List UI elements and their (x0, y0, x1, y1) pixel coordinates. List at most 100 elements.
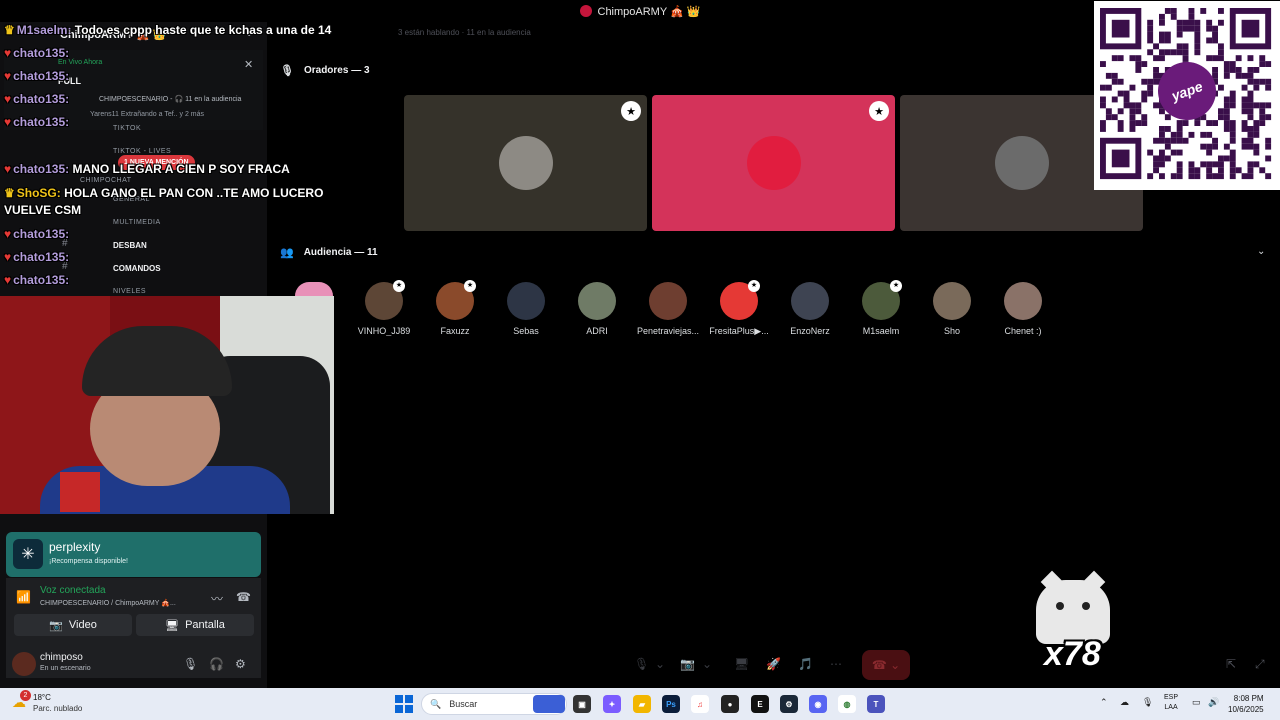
avatar (747, 136, 801, 190)
perplexity-reward-card[interactable]: ✳ perplexity ¡Recompensa disponible! (6, 532, 261, 577)
volume-icon[interactable]: 🔊 (1208, 697, 1219, 708)
screen-share-icon[interactable]: 🖥 (734, 657, 749, 671)
strawberry-icon: ♥ (4, 46, 12, 60)
audience-member[interactable]: Penetraviejas... (636, 282, 700, 336)
gear-icon[interactable]: ⚙ (235, 657, 246, 671)
teams-icon[interactable]: T (867, 695, 885, 713)
audience-member[interactable]: Chenet :) (991, 282, 1055, 336)
audience-member[interactable]: EnzoNerz (778, 282, 842, 336)
speaker-tile[interactable]: ★ (404, 95, 647, 231)
badge-icon: ★ (464, 280, 476, 292)
chat-message: ♥ chato135: (4, 227, 69, 241)
audience-member[interactable]: ★ FresitaPlus▶... (707, 280, 771, 337)
avatar[interactable] (295, 282, 333, 296)
audience-member[interactable]: ★ VINHO_JJ89 (352, 280, 416, 336)
badge-icon: ★ (890, 280, 902, 292)
network-tray-icon[interactable]: ☁ (1120, 697, 1129, 708)
chat-text: Todo es cppp haste que te kchas a una de… (71, 23, 332, 37)
chrome-icon[interactable]: ◍ (838, 695, 856, 713)
strawberry-icon: ♥ (4, 115, 12, 129)
chat-message: ♛ ShoSG: HOLA GANO EL PAN CON ..TE AMO LU… (4, 186, 323, 200)
audience-name: Chenet :) (1004, 326, 1042, 336)
channel-tiktok-lives[interactable]: TIKTOK - LIVES (113, 148, 171, 155)
activity-icon[interactable]: 🚀 (766, 657, 781, 671)
combo-counter: x78 (1044, 635, 1101, 673)
display-tray-icon[interactable]: ▭ (1192, 697, 1201, 708)
screen-label: Pantalla (185, 619, 225, 631)
language-indicator[interactable]: ESP LAA (1164, 693, 1178, 713)
soundboard-icon[interactable]: 🎵 (798, 657, 813, 671)
chat-message: ♛ M1saelm: Todo es cppp haste que te kcha… (4, 23, 331, 37)
microphone-tray-icon[interactable]: 🎙 (1142, 697, 1153, 708)
windows-start-button[interactable] (395, 695, 413, 713)
weather-desc: Parc. nublado (33, 704, 83, 713)
chevron-down-icon[interactable]: ⌄ (655, 657, 665, 671)
chat-message: VUELVE CSM (4, 203, 81, 217)
system-clock[interactable]: 8:08 PM 10/6/2025 (1228, 693, 1264, 715)
search-highlight-icon[interactable] (533, 695, 565, 713)
popout-icon[interactable]: ⇱ (1226, 657, 1236, 671)
video-button[interactable]: 📷 Video (14, 614, 132, 636)
audience-name: FresitaPlus▶... (709, 326, 769, 336)
signal-icon[interactable]: 📶 (16, 590, 31, 604)
chevron-down-icon[interactable]: ⌄ (702, 657, 712, 671)
channel-desban[interactable]: DESBAN (113, 241, 147, 250)
headphones-icon[interactable]: 🎧 (209, 657, 224, 671)
file-explorer-icon[interactable]: ▰ (633, 695, 651, 713)
strawberry-icon: ♥ (4, 69, 12, 83)
live-activity: Yarens11 Extrañando a Tef.. y 2 más (90, 111, 205, 118)
avatar: ★ (365, 280, 405, 320)
window-titlebar: ChimpoARMY 🎪 👑 (0, 0, 1280, 22)
audience-title: Audiencia — 11 (303, 247, 378, 258)
audience-member[interactable]: Sho (920, 282, 984, 336)
microphone-icon[interactable]: 🎙 (183, 657, 198, 671)
voice-status: Voz conectada (40, 585, 106, 596)
screen-share-button[interactable]: 🖥 Pantalla (136, 614, 254, 636)
crown-icon: ♛ (4, 186, 15, 200)
itunes-icon[interactable]: ♫ (691, 695, 709, 713)
speakers-header: 🎙 Oradores — 3 (280, 64, 370, 77)
chat-message: ♥ chato135: (4, 92, 69, 106)
fullscreen-icon[interactable]: ⤢ (1255, 657, 1265, 672)
audience-member[interactable]: ★ M1saelm (849, 280, 913, 336)
channel-comandos[interactable]: COMANDOS (113, 264, 161, 273)
app-icon (579, 5, 592, 17)
channel-tiktok[interactable]: TIKTOK (113, 125, 141, 132)
camera-off-icon[interactable]: 📷 (680, 657, 695, 671)
chat-message: ♥ chato135: (4, 115, 69, 129)
leave-call-button[interactable]: ☎ ⌄ (862, 650, 910, 680)
noise-suppression-icon[interactable]: 〰 (211, 590, 223, 607)
chevron-down-icon[interactable]: ⌄ (1257, 246, 1265, 257)
avatar: ★ (862, 280, 902, 320)
avatar (578, 282, 616, 320)
photoshop-icon[interactable]: Ps (662, 695, 680, 713)
clock-date: 10/6/2025 (1228, 705, 1264, 714)
avatar[interactable] (12, 652, 36, 676)
audience-member[interactable]: ★ Faxuzz (423, 280, 487, 336)
stage-topbar: 3 están hablando · 11 en la audiencia (398, 28, 531, 37)
steam-icon[interactable]: ⚙ (780, 695, 798, 713)
channel-chimpochat[interactable]: CHIMPOCHAT (80, 177, 132, 184)
chevron-up-icon[interactable]: ⌃ (1100, 697, 1108, 708)
speaker-tile[interactable]: ★ (652, 95, 895, 231)
audience-member[interactable]: Sebas (494, 282, 558, 336)
channel-niveles[interactable]: NIVELES (113, 288, 146, 295)
obs-icon[interactable]: ● (721, 695, 739, 713)
strawberry-icon: ♥ (4, 162, 12, 176)
avatar (649, 282, 687, 320)
epic-games-icon[interactable]: E (751, 695, 769, 713)
copilot-icon[interactable]: ✦ (603, 695, 621, 713)
audience-member[interactable]: ADRI (565, 282, 629, 336)
more-icon[interactable]: ⋯ (830, 657, 842, 671)
discord-icon[interactable]: ◉ (809, 695, 827, 713)
task-view-icon[interactable]: ▣ (573, 695, 591, 713)
channel-multimedia[interactable]: MULTIMEDIA (113, 219, 161, 226)
chat-message: ♥ chato135: MANO LLEGAR A CIEN P SOY FRAC… (4, 162, 290, 176)
disconnect-icon[interactable]: ☎ (236, 590, 251, 604)
audience-name: Penetraviejas... (636, 326, 700, 336)
lang-bottom: LAA (1164, 704, 1178, 711)
avatar (507, 282, 545, 320)
voice-channel[interactable]: CHIMPOESCENARIO / ChimpoARMY 🎪... (40, 599, 176, 607)
close-icon[interactable]: ✕ (244, 58, 253, 71)
microphone-icon[interactable]: 🎙 (634, 657, 649, 671)
